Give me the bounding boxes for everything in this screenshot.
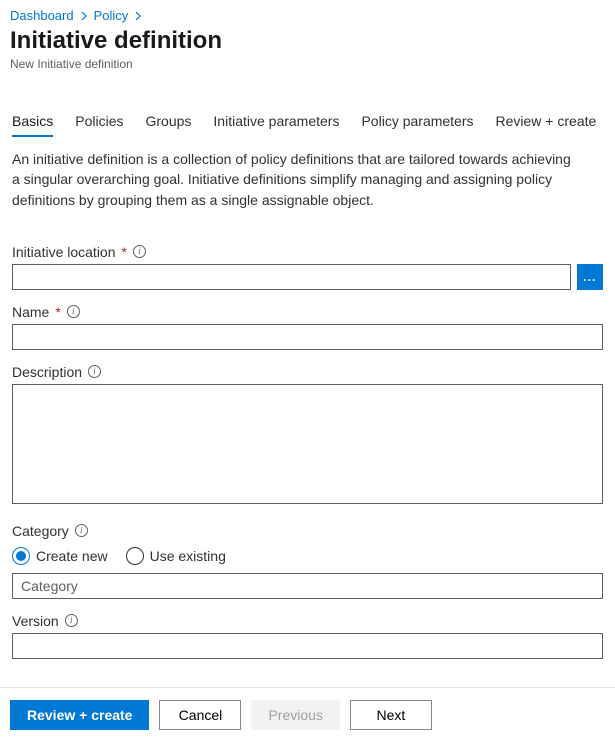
page-header: Initiative definition New Initiative def…: [0, 27, 615, 79]
tab-bar: Basics Policies Groups Initiative parame…: [0, 79, 615, 137]
form-basics: Initiative location * i ... Name * i Des…: [0, 210, 615, 659]
radio-icon: [12, 547, 30, 565]
chevron-right-icon: [134, 12, 142, 20]
info-icon[interactable]: i: [67, 305, 80, 318]
required-marker: *: [122, 244, 127, 260]
radio-use-existing[interactable]: Use existing: [126, 547, 226, 565]
input-initiative-location[interactable]: [12, 264, 571, 290]
required-marker: *: [55, 304, 60, 320]
label-description: Description: [12, 364, 82, 380]
review-create-button[interactable]: Review + create: [10, 700, 149, 730]
field-initiative-location: Initiative location * i ...: [12, 244, 603, 290]
input-version[interactable]: [12, 633, 603, 659]
field-description: Description i: [12, 364, 603, 509]
next-button[interactable]: Next: [350, 700, 432, 730]
tab-description-text: An initiative definition is a collection…: [0, 137, 590, 210]
scope-picker-button[interactable]: ...: [577, 264, 603, 290]
label-version: Version: [12, 613, 59, 629]
tab-basics[interactable]: Basics: [12, 107, 53, 137]
label-category: Category: [12, 523, 69, 539]
field-category: Category i Create new Use existing: [12, 523, 603, 599]
breadcrumb-item-dashboard[interactable]: Dashboard: [10, 8, 74, 23]
radio-icon: [126, 547, 144, 565]
cancel-button[interactable]: Cancel: [159, 700, 241, 730]
previous-button: Previous: [251, 700, 339, 730]
tab-groups[interactable]: Groups: [145, 107, 191, 137]
input-name[interactable]: [12, 324, 603, 350]
chevron-right-icon: [80, 12, 88, 20]
breadcrumb: Dashboard Policy: [0, 0, 615, 25]
tab-policies[interactable]: Policies: [75, 107, 123, 137]
radio-label-create-new: Create new: [36, 548, 108, 564]
field-name: Name * i: [12, 304, 603, 350]
input-category[interactable]: [12, 573, 603, 599]
info-icon[interactable]: i: [133, 245, 146, 258]
info-icon[interactable]: i: [65, 614, 78, 627]
radio-create-new[interactable]: Create new: [12, 547, 108, 565]
page-title: Initiative definition: [10, 27, 605, 55]
info-icon[interactable]: i: [88, 365, 101, 378]
radio-label-use-existing: Use existing: [150, 548, 226, 564]
label-name: Name: [12, 304, 49, 320]
tab-review-create[interactable]: Review + create: [496, 107, 597, 137]
breadcrumb-item-policy[interactable]: Policy: [94, 8, 129, 23]
tab-policy-parameters[interactable]: Policy parameters: [361, 107, 473, 137]
page-subtitle: New Initiative definition: [10, 57, 605, 71]
info-icon[interactable]: i: [75, 524, 88, 537]
tab-initiative-parameters[interactable]: Initiative parameters: [213, 107, 339, 137]
footer-actions: Review + create Cancel Previous Next: [0, 688, 615, 742]
input-description[interactable]: [12, 384, 603, 504]
field-version: Version i: [12, 613, 603, 659]
label-initiative-location: Initiative location: [12, 244, 116, 260]
